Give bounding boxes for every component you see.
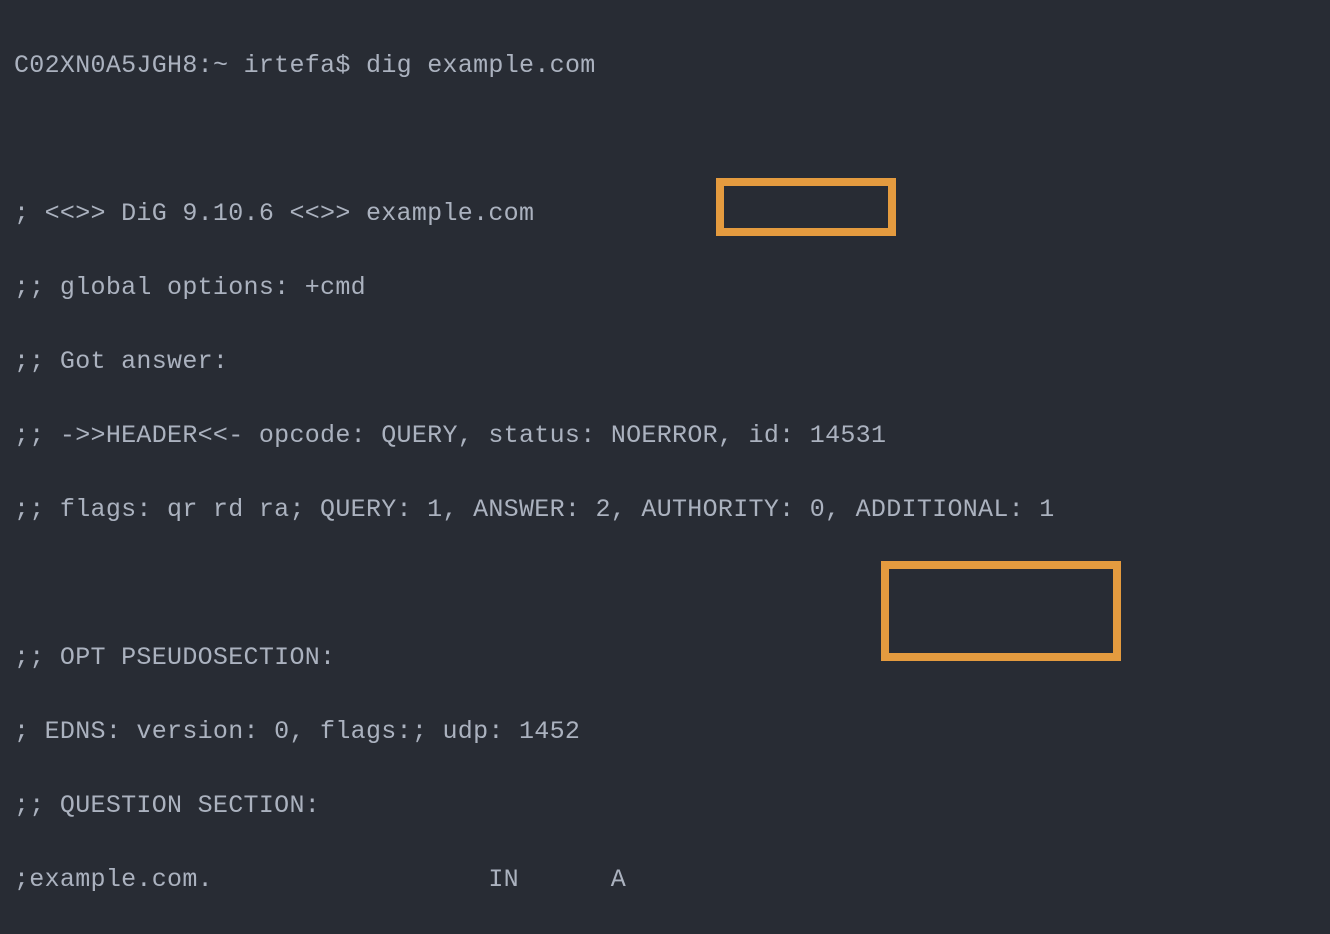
dig-question-line: ;example.com. IN A (14, 861, 1316, 898)
dig-header-prefix: ;; ->>HEADER<<- opcode: QUERY, status: (14, 421, 596, 450)
dig-global-options: ;; global options: +cmd (14, 269, 1316, 306)
terminal-output[interactable]: C02XN0A5JGH8:~ irtefa$ dig example.com ;… (0, 0, 1330, 934)
dig-header-line: ;; ->>HEADER<<- opcode: QUERY, status: N… (14, 417, 1316, 454)
dig-header-id: id: 14531 (733, 421, 886, 450)
dig-question-header: ;; QUESTION SECTION: (14, 787, 1316, 824)
prompt-line: C02XN0A5JGH8:~ irtefa$ dig example.com (14, 47, 1316, 84)
dig-flags-line: ;; flags: qr rd ra; QUERY: 1, ANSWER: 2,… (14, 491, 1316, 528)
prompt-user: irtefa (244, 51, 336, 80)
blank-line (14, 565, 1316, 602)
prompt-command: dig example.com (366, 51, 596, 80)
dig-got-answer: ;; Got answer: (14, 343, 1316, 380)
dig-banner: ; <<>> DiG 9.10.6 <<>> example.com (14, 195, 1316, 232)
blank-line (14, 121, 1316, 158)
dig-edns-line: ; EDNS: version: 0, flags:; udp: 1452 (14, 713, 1316, 750)
dig-opt-header: ;; OPT PSEUDOSECTION: (14, 639, 1316, 676)
prompt-host: C02XN0A5JGH8 (14, 51, 198, 80)
dig-header-status: NOERROR (611, 421, 718, 450)
prompt-path: ~ (213, 51, 228, 80)
